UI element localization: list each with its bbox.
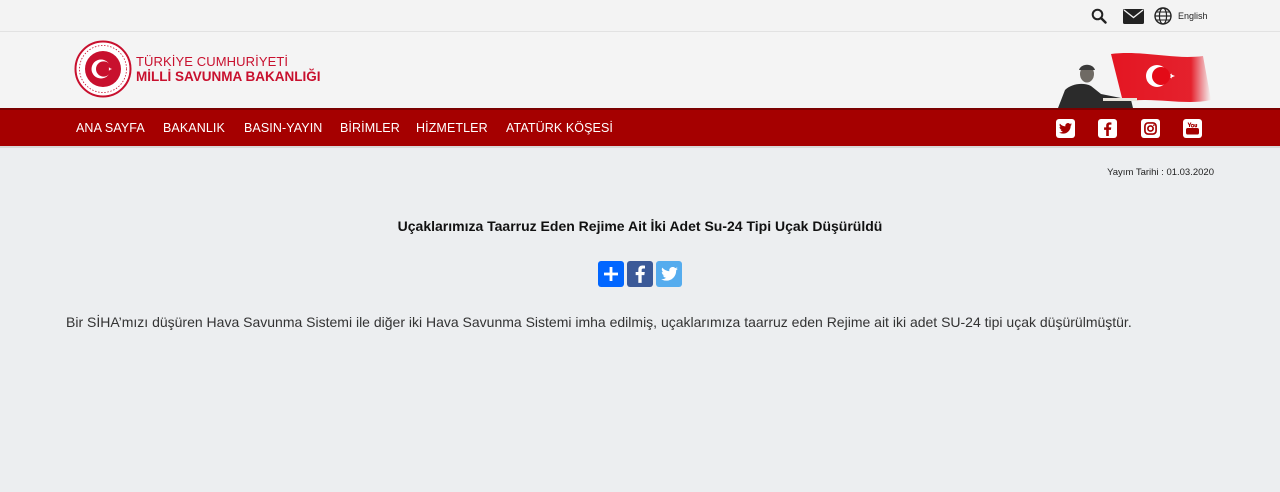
facebook-share-icon[interactable] <box>627 261 653 287</box>
brand-line-ministry: MİLLİ SAVUNMA BAKANLIĞI <box>136 69 321 84</box>
youtube-icon[interactable] <box>1183 119 1202 138</box>
article-body: Bir SİHA’mızı düşüren Hava Savunma Siste… <box>66 314 1132 330</box>
utility-bar: English <box>0 0 1280 32</box>
twitter-icon[interactable] <box>1056 119 1075 138</box>
brand-title[interactable]: TÜRKİYE CUMHURİYETİ MİLLİ SAVUNMA BAKANL… <box>136 54 321 85</box>
search-icon[interactable] <box>1091 7 1109 25</box>
ataturk-flag-banner <box>1053 50 1213 108</box>
nav-item-birimler[interactable]: BİRİMLER <box>340 121 400 135</box>
main-nav: ANA SAYFA BAKANLIK BASIN-YAYIN BİRİMLER … <box>0 108 1280 148</box>
nav-item-basin-yayin[interactable]: BASIN-YAYIN <box>244 121 322 135</box>
globe-icon[interactable] <box>1154 7 1174 25</box>
instagram-icon[interactable] <box>1141 119 1160 138</box>
brand-line-country: TÜRKİYE CUMHURİYETİ <box>136 54 289 69</box>
nav-item-bakanlik[interactable]: BAKANLIK <box>163 121 225 135</box>
nav-item-hizmetler[interactable]: HİZMETLER <box>416 121 488 135</box>
facebook-icon[interactable] <box>1098 119 1117 138</box>
twitter-share-icon[interactable] <box>656 261 682 287</box>
share-plus-icon[interactable] <box>598 261 624 287</box>
site-header: TÜRKİYE CUMHURİYETİ MİLLİ SAVUNMA BAKANL… <box>0 32 1280 108</box>
language-link[interactable]: English <box>1178 11 1208 21</box>
publish-date: Yayım Tarihi : 01.03.2020 <box>1107 167 1214 178</box>
ministry-emblem[interactable] <box>74 40 132 98</box>
nav-item-ana-sayfa[interactable]: ANA SAYFA <box>76 121 145 135</box>
nav-item-ataturk-kosesi[interactable]: ATATÜRK KÖŞESİ <box>506 121 613 135</box>
mail-icon[interactable] <box>1123 7 1145 25</box>
article-title: Uçaklarımıza Taarruz Eden Rejime Ait İki… <box>397 218 883 234</box>
